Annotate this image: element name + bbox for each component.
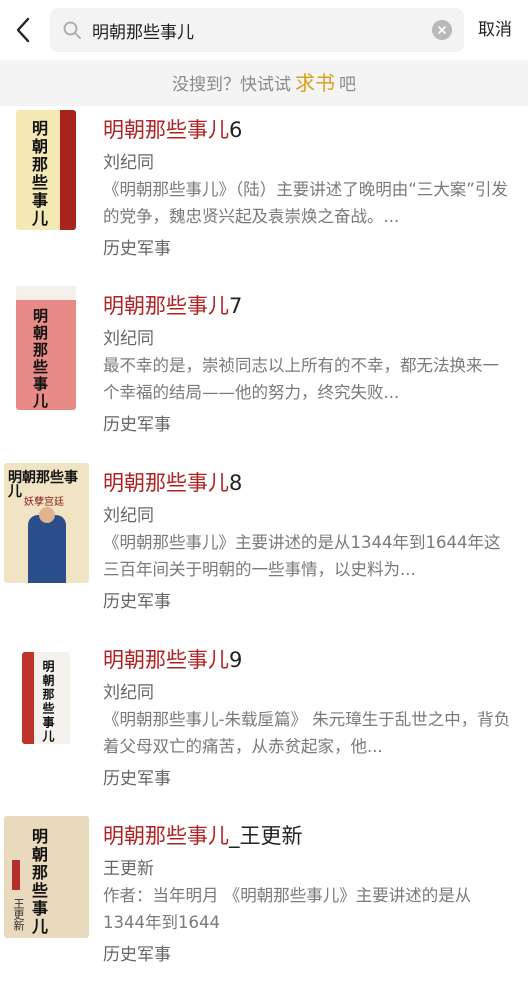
cover-subtitle: 妖孽宫廷	[24, 497, 64, 508]
book-category: 历史军事	[103, 415, 171, 435]
book-author: 刘纪同	[103, 329, 154, 349]
search-input[interactable]	[92, 8, 422, 52]
cover-title: 明朝那些事儿	[31, 308, 49, 410]
book-title-suffix: 8	[229, 471, 243, 495]
cancel-button[interactable]: 取消	[470, 16, 520, 44]
book-title-text: 明朝那些事儿	[103, 824, 229, 848]
search-icon	[63, 21, 81, 39]
cover-author: 王更新	[12, 898, 25, 931]
list-item[interactable]: 明朝那些事儿 明朝那些事儿6 刘纪同 《明朝那些事儿》（陆）主要讲述了晚明由“三…	[0, 106, 528, 276]
cover-title: 明朝那些事儿	[41, 660, 55, 744]
book-cover: 明朝那些事儿 王更新	[4, 816, 89, 938]
top-bar: 取消	[0, 0, 528, 60]
book-title: 明朝那些事儿9	[103, 644, 242, 674]
book-title: 明朝那些事儿6	[103, 114, 242, 144]
cover-title: 明朝那些事儿	[29, 828, 48, 936]
book-title-text: 明朝那些事儿	[103, 118, 229, 142]
list-item[interactable]: 明朝那些事儿 明朝那些事儿9 刘纪同 《明朝那些事儿-朱载垕篇》 朱元璋生于乱世…	[0, 636, 528, 806]
book-title: 明朝那些事儿_王更新	[103, 820, 303, 850]
book-description: 最不幸的是，崇祯同志以上所有的不幸，都无法换来一个幸福的结局——他的努力，终究失…	[103, 356, 499, 402]
book-title-suffix: 9	[229, 648, 243, 672]
back-button[interactable]	[8, 12, 38, 48]
book-category: 历史军事	[103, 239, 171, 259]
book-title-text: 明朝那些事儿	[103, 294, 229, 318]
cover-title: 明朝那些事儿	[29, 120, 48, 228]
request-book-link[interactable]: 求书	[295, 71, 335, 95]
book-description: 作者：当年明月 《明朝那些事儿》主要讲述的是从1344年到1644	[103, 886, 472, 932]
book-cover: 明朝那些事儿	[22, 652, 70, 744]
book-description: 《明朝那些事儿》（陆）主要讲述了晚明由“三大案”引发的党争，魏忠贤兴起及袁崇焕之…	[103, 180, 508, 226]
book-author: 刘纪同	[103, 683, 154, 703]
list-item[interactable]: 明朝那些事儿 明朝那些事儿7 刘纪同 最不幸的是，崇祯同志以上所有的不幸，都无法…	[0, 282, 528, 452]
book-cover: 明朝那些事儿	[16, 110, 76, 230]
chevron-left-icon	[16, 17, 30, 43]
book-author: 刘纪同	[103, 506, 154, 526]
book-title-text: 明朝那些事儿	[103, 648, 229, 672]
clear-search-button[interactable]	[432, 20, 452, 40]
book-title-suffix: 6	[229, 118, 243, 142]
book-cover: 明朝那些事儿 妖孽宫廷	[4, 463, 89, 583]
book-title-text: 明朝那些事儿	[103, 471, 229, 495]
search-box	[50, 8, 464, 52]
book-title: 明朝那些事儿7	[103, 290, 242, 320]
book-category: 历史军事	[103, 592, 171, 612]
hint-suffix: 吧	[339, 75, 356, 95]
book-category: 历史军事	[103, 769, 171, 789]
book-title-suffix: _王更新	[229, 824, 303, 848]
hint-prefix: 没搜到？快试试	[172, 75, 291, 95]
request-book-hint: 没搜到？快试试 求书吧	[0, 60, 528, 106]
book-title-suffix: 7	[229, 294, 243, 318]
close-icon	[438, 26, 446, 34]
book-description: 《明朝那些事儿》主要讲述的是从1344年到1644年这三百年间关于明朝的一些事情…	[103, 533, 501, 579]
book-category: 历史军事	[103, 945, 171, 965]
list-item[interactable]: 明朝那些事儿 妖孽宫廷 明朝那些事儿8 刘纪同 《明朝那些事儿》主要讲述的是从1…	[0, 459, 528, 629]
book-description: 《明朝那些事儿-朱载垕篇》 朱元璋生于乱世之中，背负着父母双亡的痛苦，从赤贫起家…	[103, 710, 511, 756]
book-cover: 明朝那些事儿	[16, 286, 76, 410]
book-author: 王更新	[103, 859, 154, 879]
book-title: 明朝那些事儿8	[103, 467, 242, 497]
book-author: 刘纪同	[103, 153, 154, 173]
